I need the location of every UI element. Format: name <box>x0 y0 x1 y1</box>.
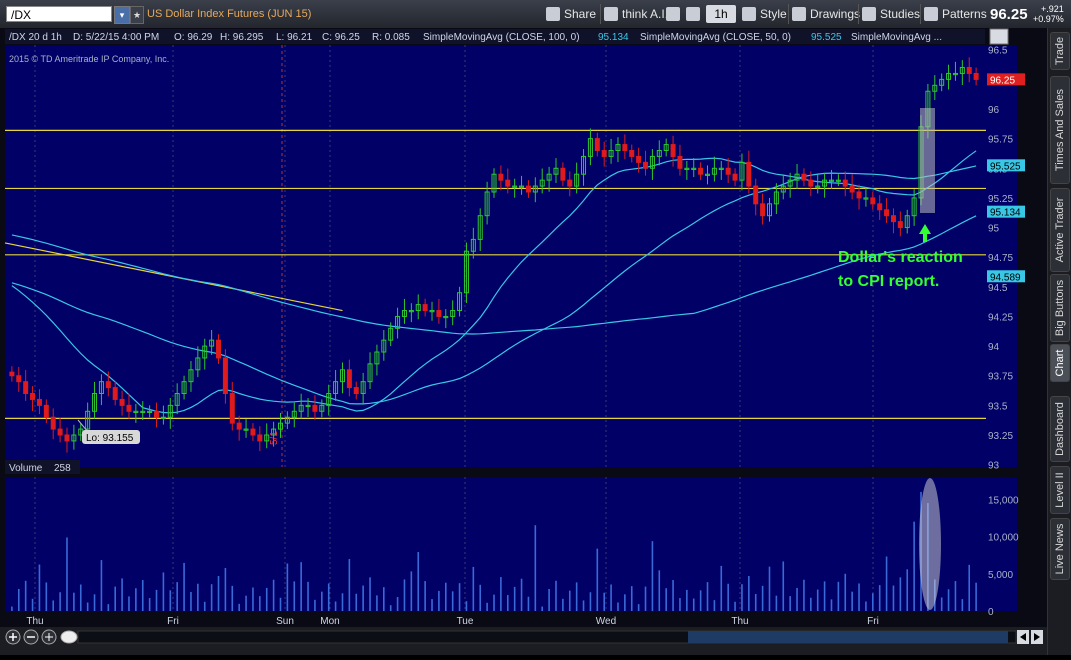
price-tick-label: 94.75 <box>988 253 1013 264</box>
share-icon <box>546 7 560 21</box>
style-button[interactable]: Style <box>742 5 787 23</box>
pencil-icon <box>666 7 680 21</box>
tab-trade[interactable]: Trade <box>1050 32 1070 70</box>
price-tick-label: 93.75 <box>988 372 1013 383</box>
think-ai-button[interactable]: think A.I. <box>604 5 668 23</box>
header-low: L: 96.21 <box>276 32 313 43</box>
drawing-tool-button[interactable] <box>666 5 684 23</box>
symbol-dropdown-icon[interactable]: ▾ <box>114 6 130 24</box>
sma-extra-label: SimpleMovingAvg ... <box>851 32 942 43</box>
volume-tick-label: 5,000 <box>988 570 1013 581</box>
timeframe-button[interactable]: 1h <box>706 5 736 23</box>
patterns-button[interactable]: Patterns <box>924 5 987 23</box>
volume-tick-label: 0 <box>988 607 994 618</box>
header-open: O: 96.29 <box>174 32 213 43</box>
price-marker-label: 96.25 <box>990 75 1015 86</box>
volume-value: 258 <box>54 463 71 474</box>
style-icon <box>742 7 756 21</box>
price-tick-label: 96.5 <box>988 46 1008 57</box>
tab-dashboard[interactable]: Dashboard <box>1050 396 1070 462</box>
price-tick-label: 93 <box>988 461 1000 472</box>
day-tick-label: Sun <box>276 616 294 627</box>
header-date: D: 5/22/15 4:00 PM <box>73 32 159 43</box>
header-high: H: 96.295 <box>220 32 264 43</box>
sma100-label: SimpleMovingAvg (CLOSE, 100, 0) <box>423 32 580 43</box>
price-tick-label: 93.25 <box>988 431 1013 442</box>
volume-tick-label: 10,000 <box>988 533 1019 544</box>
low-label: Lo: 93.155 <box>86 433 134 444</box>
tab-big-buttons[interactable]: Big Buttons <box>1050 274 1070 342</box>
day-tick-label: Fri <box>167 616 179 627</box>
toolbar-divider <box>920 4 921 24</box>
price-tick-label: 94.25 <box>988 312 1013 323</box>
favorite-icon[interactable]: ★ <box>130 6 144 24</box>
symbol-input[interactable]: /DX <box>6 6 112 22</box>
volume-tick-label: 15,000 <box>988 495 1019 506</box>
tab-times-and-sales[interactable]: Times And Sales <box>1050 76 1070 184</box>
price-tick-label: 93.5 <box>988 401 1008 412</box>
tab-active-trader[interactable]: Active Trader <box>1050 188 1070 272</box>
day-tick-label: Thu <box>731 616 748 627</box>
day-tick-label: Tue <box>457 616 474 627</box>
settings-button[interactable] <box>686 5 704 23</box>
share-button[interactable]: Share <box>546 5 596 23</box>
price-tick-label: 96 <box>988 105 1000 116</box>
price-tick-label: 94 <box>988 342 1000 353</box>
studies-button[interactable]: Studies <box>862 5 920 23</box>
price-tick-label: 95 <box>988 224 1000 235</box>
price-chart[interactable]: 96.59695.7595.595.259594.7594.594.259493… <box>0 28 1047 627</box>
day-tick-label: Thu <box>26 616 43 627</box>
chart-header: /DX 20 d 1h D: 5/22/15 4:00 PM O: 96.29 … <box>5 29 985 44</box>
header-range: R: 0.085 <box>372 32 410 43</box>
right-sidebar: Trade Times And Sales Active Trader Big … <box>1047 28 1071 655</box>
volume-spike-highlight <box>919 478 941 610</box>
brain-icon <box>604 7 618 21</box>
price-marker-label: 95.525 <box>990 161 1021 172</box>
price-marker-label: 94.589 <box>990 272 1021 283</box>
cpi-candle-highlight <box>920 108 935 213</box>
time-scrollbar-thumb[interactable] <box>688 631 1008 643</box>
toolbar-divider <box>858 4 859 24</box>
wrench-icon <box>686 7 700 21</box>
price-tick-label: 95.25 <box>988 194 1013 205</box>
day-tick-label: Mon <box>320 616 339 627</box>
last-price: 96.25 <box>990 6 1028 23</box>
change-abs: +.921 <box>1041 4 1064 14</box>
volume-label: Volume <box>9 463 43 474</box>
toolbar-divider <box>600 4 601 24</box>
zoom-out-icon[interactable] <box>23 629 39 645</box>
symbol-description: US Dollar Index Futures (JUN 15) <box>147 8 312 20</box>
patterns-icon <box>924 7 938 21</box>
date-marker: 5/1 <box>269 431 280 445</box>
top-toolbar: /DX ▾ ★ US Dollar Index Futures (JUN 15)… <box>0 0 1071 29</box>
annotation-line1: Dollar's reaction <box>838 249 963 266</box>
toolbar-divider <box>788 4 789 24</box>
sma50-value: 95.525 <box>811 32 842 43</box>
price-change: +.921 +0.97% <box>1033 4 1064 24</box>
header-symbol-period: /DX 20 d 1h <box>9 32 62 43</box>
price-marker-label: 95.134 <box>990 208 1021 219</box>
tab-live-news[interactable]: Live News <box>1050 518 1070 580</box>
day-tick-label: Wed <box>596 616 616 627</box>
zoom-in-icon[interactable] <box>5 629 21 645</box>
header-close: C: 96.25 <box>322 32 360 43</box>
sma50-label: SimpleMovingAvg (CLOSE, 50, 0) <box>640 32 791 43</box>
annotation-line2: to CPI report. <box>838 273 939 290</box>
reset-zoom-icon[interactable] <box>60 630 78 644</box>
drawings-button[interactable]: Drawings <box>792 5 860 23</box>
copyright: 2015 © TD Ameritrade IP Company, Inc. <box>9 54 169 64</box>
price-tick-label: 95.75 <box>988 135 1013 146</box>
chart-settings-button[interactable] <box>989 28 1009 45</box>
change-pct: +0.97% <box>1033 14 1064 24</box>
studies-icon <box>862 7 876 21</box>
price-tick-label: 94.5 <box>988 283 1008 294</box>
bottom-controls <box>0 627 1047 655</box>
tab-chart[interactable]: Chart <box>1050 344 1070 382</box>
day-tick-label: Fri <box>867 616 879 627</box>
sma100-value: 95.134 <box>598 32 629 43</box>
drawings-icon <box>792 7 806 21</box>
pan-icon[interactable] <box>41 629 57 645</box>
tab-level-ii[interactable]: Level II <box>1050 466 1070 514</box>
